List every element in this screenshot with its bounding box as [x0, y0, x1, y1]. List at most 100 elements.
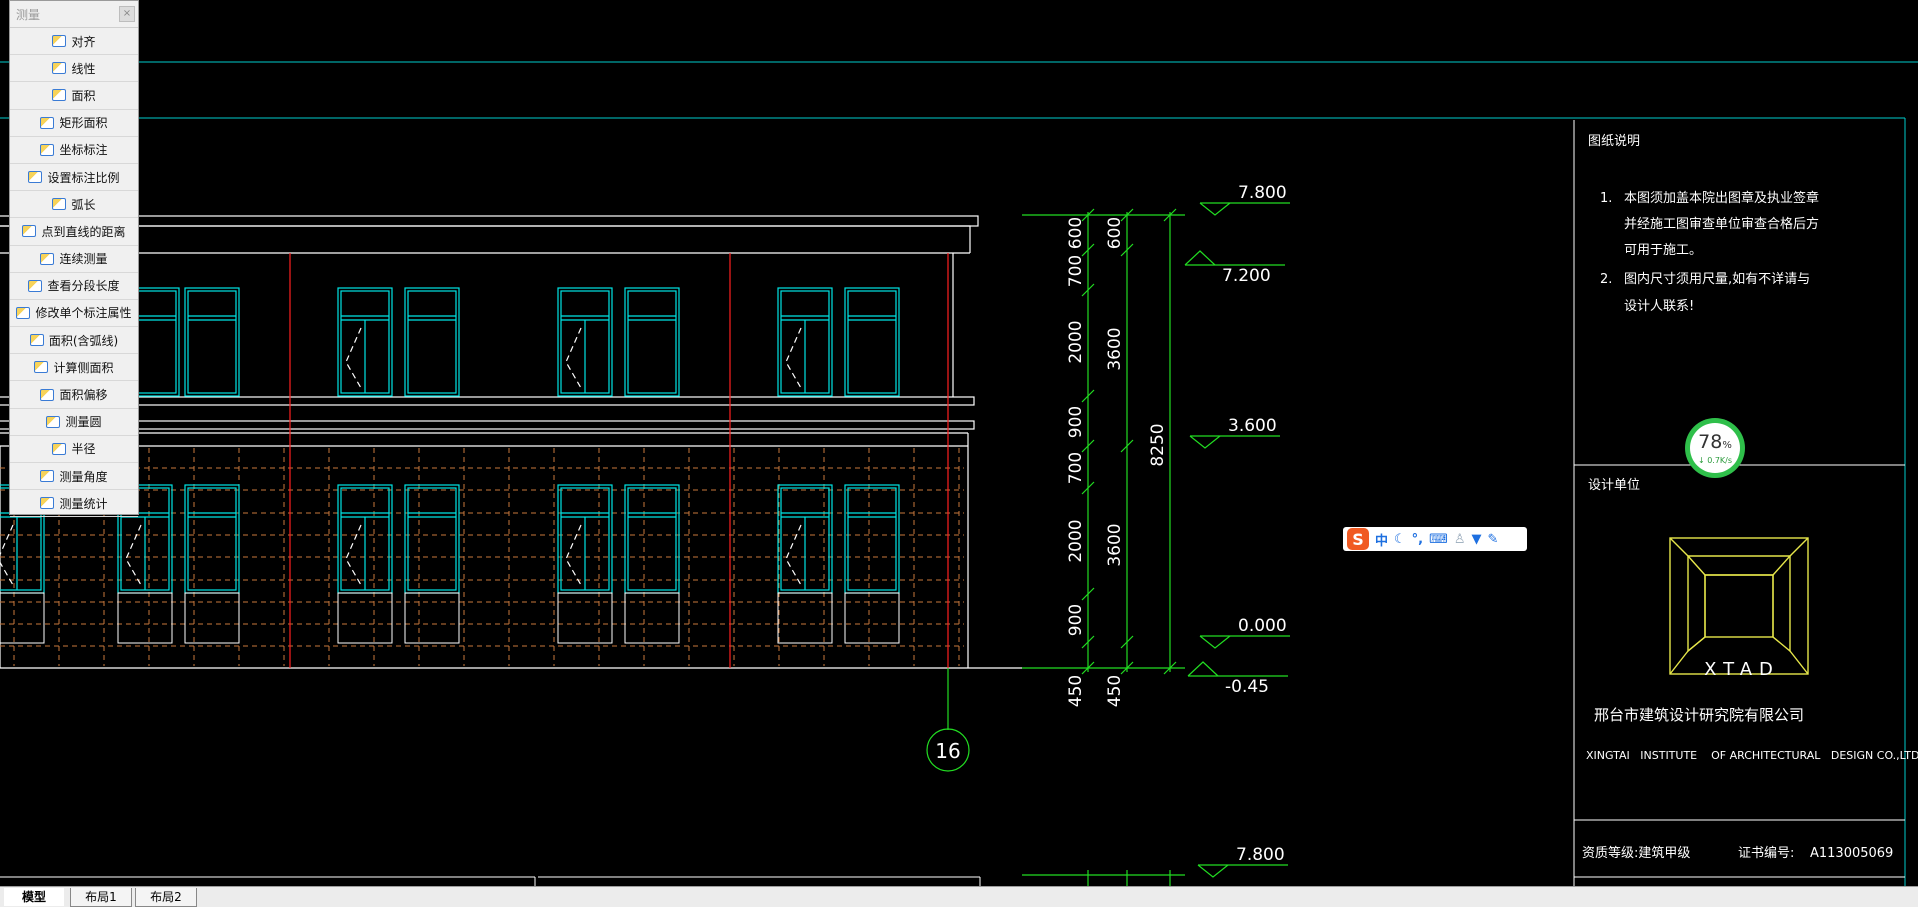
palette-title: 测量	[16, 7, 41, 22]
coordinate-icon	[40, 143, 55, 156]
elevation-label: 0.000	[1238, 616, 1287, 636]
palette-item-17[interactable]: 测量统计	[10, 490, 138, 518]
tab-model[interactable]: 模型	[4, 888, 64, 906]
elevation-label: 7.800	[1238, 183, 1287, 203]
palette-item-label: 半径	[71, 442, 96, 457]
gauge-rate: ↓ 0.7K/s	[1697, 455, 1733, 465]
angle-icon	[40, 470, 55, 483]
palette-item-label: 计算侧面积	[53, 360, 114, 375]
segment-length-icon	[28, 279, 43, 292]
grade-text: 资质等级:建筑甲级	[1582, 845, 1690, 861]
palette-items: 对齐 线性面积矩形面积坐标标注设置标注比例弧长点到直线的距离 连续测量查看分段长度修…	[10, 28, 138, 518]
arc-area-icon	[29, 334, 44, 347]
logo-text: XTAD	[1704, 659, 1780, 680]
dimension-value: 3600	[1105, 327, 1125, 370]
palette-item-label: 面积偏移	[59, 388, 108, 403]
palette-item-6[interactable]: 弧长	[10, 191, 138, 219]
cad-drawing-canvas[interactable]: 16 700 600 2000 900 700 2000 900 450 600 3600 3600…	[0, 0, 1918, 886]
notes-title: 图纸说明	[1588, 134, 1640, 149]
palette-item-16[interactable]: 测量角度	[10, 463, 138, 491]
statistics-icon	[40, 497, 55, 510]
palette-item-10[interactable]: 修改单个标注属性	[10, 300, 138, 328]
ime-language-toggle[interactable]: 中	[1375, 530, 1388, 549]
palette-item-label: 面积	[71, 88, 96, 103]
align-measure-icon	[52, 35, 67, 48]
palette-item-5[interactable]: 设置标注比例	[10, 164, 138, 192]
palette-item-9[interactable]: 查看分段长度	[10, 273, 138, 300]
dimension-value: 600	[1105, 217, 1125, 249]
gauge-percent: 78	[1698, 430, 1723, 453]
palette-item-1[interactable]: 线性	[10, 55, 138, 83]
palette-item-7[interactable]: 点到直线的距离	[10, 218, 138, 246]
continuous-measure-icon	[40, 252, 55, 265]
tab-layout1-label: 布局1	[85, 890, 117, 904]
palette-item-0[interactable]: 对齐	[10, 28, 138, 56]
skin-icon[interactable]: ▼	[1472, 532, 1482, 547]
note-2-line-2: 设计人联系!	[1624, 299, 1694, 314]
close-icon[interactable]: ×	[119, 6, 135, 22]
palette-item-label: 点到直线的距离	[41, 224, 126, 239]
palette-item-label: 测量角度	[59, 469, 108, 484]
palette-item-label: 弧长	[71, 197, 96, 212]
elevation-label: 3.600	[1228, 416, 1277, 436]
network-speed-gauge[interactable]: 78% ↓ 0.7K/s	[1685, 418, 1745, 478]
tab-layout2[interactable]: 布局2	[135, 888, 197, 907]
moon-icon[interactable]: ☾	[1394, 532, 1406, 547]
radius-icon	[52, 442, 67, 455]
palette-item-2[interactable]: 面积	[10, 82, 138, 110]
measure-palette: 测量 × 对齐 线性面积矩形面积坐标标注设置标注比例弧长点到直线的距离 连续测量查看…	[9, 0, 139, 518]
palette-item-13[interactable]: 面积偏移	[10, 381, 138, 409]
ime-toolbar[interactable]: S 中 ☾ °, ⌨ ♙ ▼ ✎	[1343, 527, 1527, 551]
note-1-line-1: 本图须加盖本院出图章及执业签章	[1624, 190, 1819, 206]
elevation-label: 7.200	[1222, 266, 1271, 286]
elevation-label: 7.800	[1236, 845, 1285, 865]
palette-item-4[interactable]: 坐标标注	[10, 137, 138, 164]
tab-model-label: 模型	[21, 890, 46, 904]
linear-measure-icon	[52, 62, 67, 75]
company-name-cn: 邢台市建筑设计研究院有限公司	[1594, 706, 1804, 724]
palette-item-label: 测量统计	[59, 496, 108, 511]
note-2-number: 2.	[1600, 272, 1612, 287]
dimension-value: 8250	[1148, 423, 1168, 466]
area-icon	[52, 89, 67, 102]
axis-label: 16	[935, 739, 960, 763]
dimension-value: 900	[1066, 406, 1086, 438]
side-area-icon	[34, 361, 49, 374]
area-offset-icon	[40, 388, 55, 401]
tab-layout1[interactable]: 布局1	[70, 888, 132, 907]
dimension-value: 700	[1066, 255, 1086, 287]
dimension-value: 450	[1066, 675, 1086, 707]
arc-length-icon	[52, 198, 67, 211]
palette-item-14[interactable]: 测量圆	[10, 409, 138, 436]
palette-item-label: 坐标标注	[59, 143, 108, 158]
palette-item-3[interactable]: 矩形面积	[10, 110, 138, 137]
rect-area-icon	[40, 116, 55, 129]
dimension-value: 3600	[1105, 523, 1125, 566]
palette-item-label: 测量圆	[65, 415, 102, 430]
dimension-value: 450	[1105, 675, 1125, 707]
cert-label: 证书编号:	[1738, 846, 1794, 861]
elevation-label: -0.45	[1225, 677, 1269, 697]
edit-dimension-icon	[16, 306, 31, 319]
note-1-line-3: 可用于施工。	[1624, 243, 1702, 258]
measure-circle-icon	[46, 415, 61, 428]
user-icon[interactable]: ♙	[1454, 532, 1466, 547]
company-name-en: XINGTAI INSTITUTE OF ARCHITECTURAL DESIG…	[1586, 749, 1918, 762]
palette-item-label: 面积(含弧线)	[48, 333, 119, 348]
palette-item-15[interactable]: 半径	[10, 436, 138, 463]
wrench-icon[interactable]: ✎	[1488, 532, 1499, 547]
punctuation-icon[interactable]: °,	[1412, 532, 1423, 547]
palette-item-11[interactable]: 面积(含弧线)	[10, 327, 138, 355]
dimension-value: 2000	[1066, 519, 1086, 562]
palette-titlebar[interactable]: 测量 ×	[10, 1, 138, 28]
palette-item-12[interactable]: 计算侧面积	[10, 354, 138, 382]
note-1-number: 1.	[1600, 191, 1612, 206]
dimension-value: 2000	[1066, 320, 1086, 363]
palette-item-8[interactable]: 连续测量	[10, 246, 138, 273]
sogou-logo-icon[interactable]: S	[1347, 528, 1369, 550]
cert-number: A113005069	[1810, 846, 1893, 861]
keyboard-icon[interactable]: ⌨	[1429, 532, 1448, 547]
point-line-distance-icon	[22, 225, 37, 238]
layout-tab-bar: 模型 布局1 布局2	[0, 886, 1918, 907]
palette-item-label: 连续测量	[59, 252, 108, 267]
